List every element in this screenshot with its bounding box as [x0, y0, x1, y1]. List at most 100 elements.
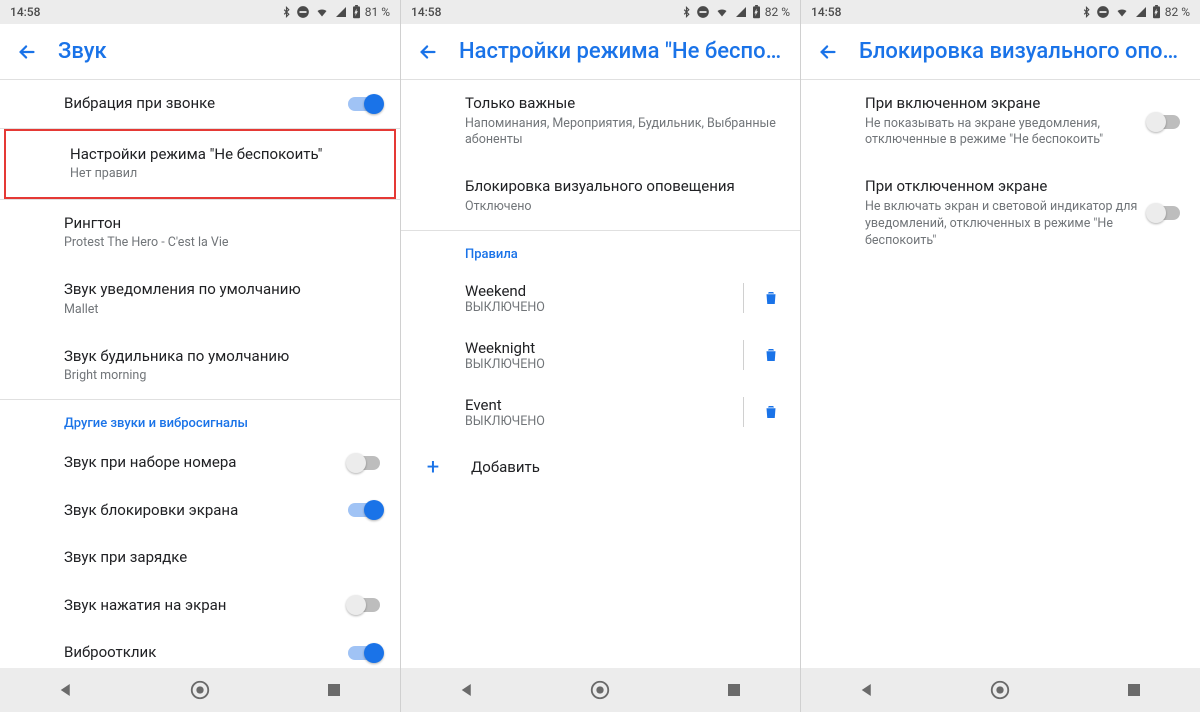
row-haptic[interactable]: Виброотклик	[0, 629, 400, 668]
nav-recents-icon[interactable]	[325, 681, 343, 699]
row-notification-sound[interactable]: Звук уведомления по умолчанию Mallet	[0, 266, 400, 332]
row-label: Рингтон	[64, 214, 380, 234]
row-dialpad-sound[interactable]: Звук при наборе номера	[0, 439, 400, 487]
page-title: Блокировка визуального опов…	[859, 39, 1184, 64]
switch-touch[interactable]	[348, 595, 382, 615]
battery-percent: 82 %	[1165, 5, 1190, 19]
section-rules: Правила	[401, 231, 800, 270]
row-screen-off[interactable]: При отключенном экране Не включать экран…	[801, 163, 1200, 263]
switch-screen-on[interactable]	[1148, 112, 1182, 132]
back-button[interactable]	[16, 41, 38, 63]
row-lock-sound[interactable]: Звук блокировки экрана	[0, 487, 400, 535]
back-button[interactable]	[817, 41, 839, 63]
nav-recents-icon[interactable]	[725, 681, 743, 699]
nav-back-icon[interactable]	[458, 681, 476, 699]
dnd-icon	[696, 5, 710, 19]
row-sublabel: Bright morning	[64, 368, 380, 385]
highlighted-dnd-row: Настройки режима "Не беспокоить" Нет пра…	[4, 129, 396, 199]
rule-event[interactable]: Event ВЫКЛЮЧЕНО	[401, 384, 800, 441]
status-icons: 81 %	[281, 5, 390, 19]
section-other-sounds: Другие звуки и вибросигналы	[0, 400, 400, 439]
row-priority-only[interactable]: Только важные Напоминания, Мероприятия, …	[401, 80, 800, 163]
dnd-icon	[296, 5, 310, 19]
switch-vibration[interactable]	[348, 94, 382, 114]
battery-icon	[352, 5, 361, 19]
clock: 14:58	[411, 5, 441, 19]
row-dnd-settings[interactable]: Настройки режима "Не беспокоить" Нет пра…	[6, 131, 394, 197]
trash-icon[interactable]	[762, 403, 780, 421]
row-sublabel: Mallet	[64, 302, 380, 319]
nav-home-icon[interactable]	[989, 679, 1011, 701]
row-label: Блокировка визуального оповещения	[465, 177, 780, 197]
app-bar: Блокировка визуального опов…	[801, 24, 1200, 80]
row-visual-block[interactable]: Блокировка визуального оповещения Отключ…	[401, 163, 800, 229]
phone-sound: 14:58 81 % Звук Вибрация при звонке Наст…	[0, 0, 400, 712]
row-sublabel: Нет правил	[70, 166, 374, 183]
row-sublabel: Не показывать на экране уведомления, отк…	[865, 116, 1140, 150]
trash-icon[interactable]	[762, 289, 780, 307]
status-icons: 82 %	[1081, 5, 1190, 19]
phone-dnd: 14:58 82 % Настройки режима "Не беспок… …	[400, 0, 800, 712]
row-alarm-sound[interactable]: Звук будильника по умолчанию Bright morn…	[0, 333, 400, 399]
row-ringtone[interactable]: Рингтон Protest The Hero - C'est la Vie	[0, 200, 400, 266]
rule-weeknight[interactable]: Weeknight ВЫКЛЮЧЕНО	[401, 327, 800, 384]
battery-icon	[752, 5, 761, 19]
app-bar: Звук	[0, 24, 400, 80]
switch-dialpad[interactable]	[348, 453, 382, 473]
row-label: Звук при наборе номера	[64, 453, 380, 473]
content: При включенном экране Не показывать на э…	[801, 80, 1200, 668]
bluetooth-icon	[681, 5, 692, 19]
switch-haptic[interactable]	[348, 643, 382, 663]
row-label: При включенном экране	[865, 94, 1140, 114]
nav-back-icon[interactable]	[858, 681, 876, 699]
status-bar: 14:58 82 %	[801, 0, 1200, 24]
page-title: Звук	[58, 39, 384, 64]
bluetooth-icon	[1081, 5, 1092, 19]
row-screen-on[interactable]: При включенном экране Не показывать на э…	[801, 80, 1200, 163]
app-bar: Настройки режима "Не беспок…	[401, 24, 800, 80]
row-label: Звук нажатия на экран	[64, 596, 380, 616]
separator	[743, 340, 744, 370]
nav-back-icon[interactable]	[57, 681, 75, 699]
page-title: Настройки режима "Не беспок…	[459, 39, 784, 64]
status-bar: 14:58 82 %	[401, 0, 800, 24]
wifi-icon	[314, 6, 330, 18]
rule-weekend[interactable]: Weekend ВЫКЛЮЧЕНО	[401, 270, 800, 327]
row-charging-sound[interactable]: Звук при зарядке	[0, 534, 400, 582]
battery-percent: 81 %	[365, 5, 390, 19]
back-button[interactable]	[417, 41, 439, 63]
nav-recents-icon[interactable]	[1125, 681, 1143, 699]
rule-state: ВЫКЛЮЧЕНО	[465, 300, 725, 315]
switch-lock[interactable]	[348, 500, 382, 520]
row-label: Звук блокировки экрана	[64, 501, 380, 521]
add-label: Добавить	[471, 458, 540, 476]
switch-screen-off[interactable]	[1148, 203, 1182, 223]
trash-icon[interactable]	[762, 346, 780, 364]
row-vibration[interactable]: Вибрация при звонке	[0, 80, 400, 128]
row-sublabel: Protest The Hero - C'est la Vie	[64, 235, 380, 252]
plus-icon: +	[421, 455, 445, 480]
row-sublabel: Отключено	[465, 199, 780, 216]
rule-label: Weeknight	[465, 339, 725, 357]
nav-home-icon[interactable]	[189, 679, 211, 701]
rule-state: ВЫКЛЮЧЕНО	[465, 414, 725, 429]
nav-home-icon[interactable]	[589, 679, 611, 701]
bluetooth-icon	[281, 5, 292, 19]
clock: 14:58	[811, 5, 841, 19]
rule-label: Event	[465, 396, 725, 414]
nav-bar	[0, 668, 400, 712]
battery-percent: 82 %	[765, 5, 790, 19]
dnd-icon	[1096, 5, 1110, 19]
separator	[743, 283, 744, 313]
separator	[743, 397, 744, 427]
wifi-icon	[714, 6, 730, 18]
nav-bar	[401, 668, 800, 712]
row-label: Звук при зарядке	[64, 548, 380, 568]
status-icons: 82 %	[681, 5, 790, 19]
add-rule[interactable]: + Добавить	[401, 441, 800, 494]
row-touch-sound[interactable]: Звук нажатия на экран	[0, 582, 400, 630]
row-label: Вибрация при звонке	[64, 94, 380, 114]
row-label: Звук будильника по умолчанию	[64, 347, 380, 367]
signal-icon	[1134, 6, 1148, 18]
signal-icon	[334, 6, 348, 18]
